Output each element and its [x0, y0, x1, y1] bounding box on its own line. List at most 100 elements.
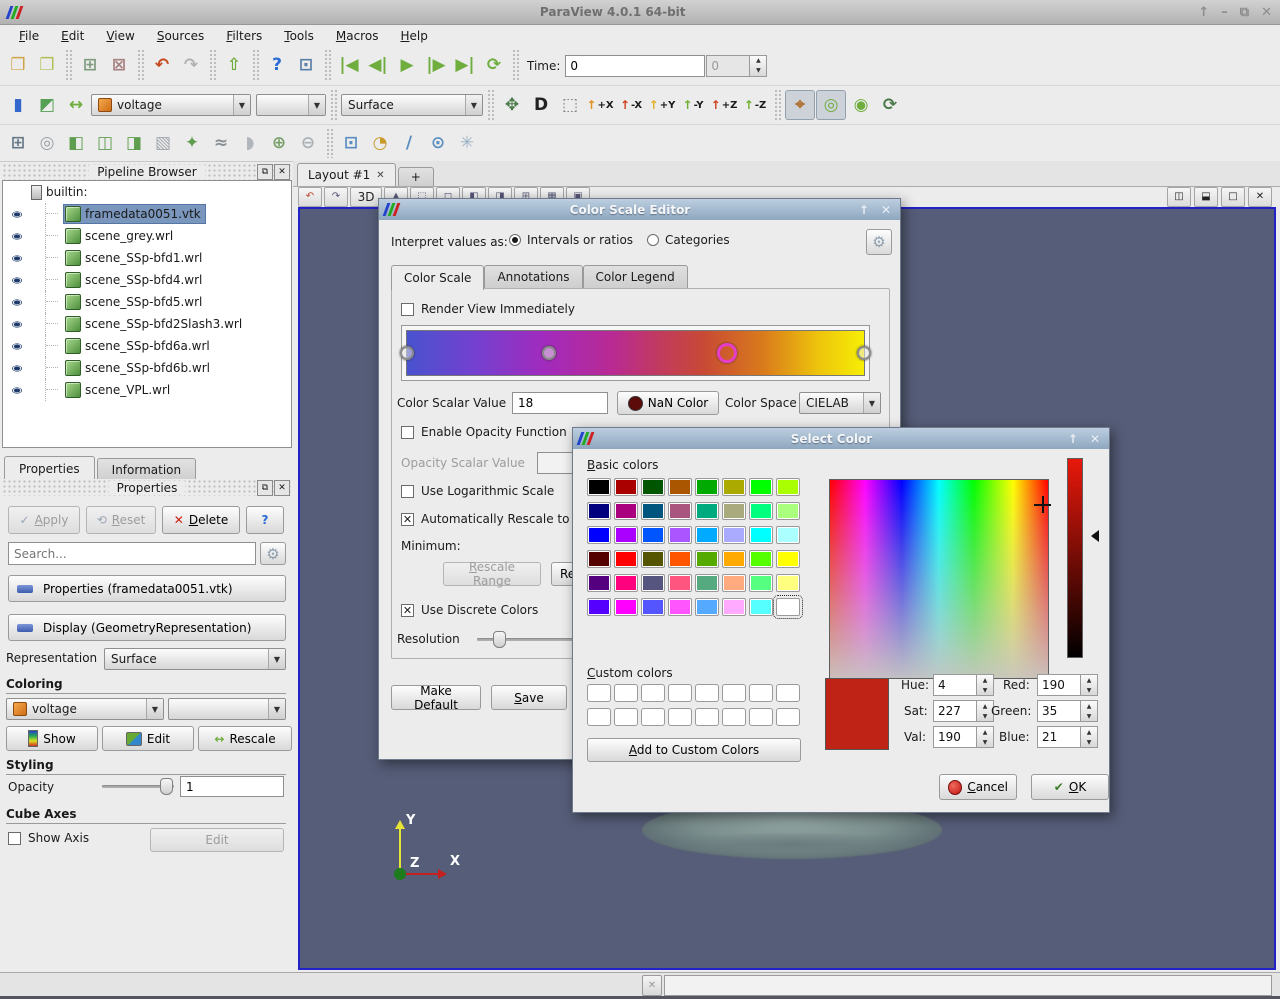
ok-button[interactable]: ✔ OK	[1031, 774, 1109, 800]
split-horizontal-icon[interactable]: ◫	[1167, 187, 1191, 207]
basic-color-swatch[interactable]	[668, 478, 692, 496]
menu-filters[interactable]: Filters	[217, 28, 271, 44]
basic-color-swatch[interactable]	[641, 502, 665, 520]
next-frame-icon[interactable]: |▶	[422, 52, 450, 80]
reset-button[interactable]: ⟲Reset	[86, 506, 156, 534]
basic-color-swatch[interactable]	[695, 550, 719, 568]
basic-color-swatch[interactable]	[614, 526, 638, 544]
extract-subset-icon[interactable]: ▧	[149, 129, 177, 157]
select-icon[interactable]: ⊡	[292, 52, 320, 80]
close-panel-icon[interactable]: ✕	[274, 480, 290, 496]
custom-color-swatch[interactable]	[641, 684, 665, 702]
custom-color-swatch[interactable]	[695, 684, 719, 702]
search-input[interactable]	[8, 542, 256, 565]
basic-color-swatch[interactable]	[614, 478, 638, 496]
settings-gear-icon[interactable]: ⚙	[866, 229, 892, 255]
camera-minusx-button[interactable]: ↑-X	[616, 92, 646, 118]
opacity-input[interactable]	[180, 776, 284, 797]
pipeline-item[interactable]: ◉scene_SSp-bfd6b.wrl	[3, 357, 291, 379]
basic-color-swatch[interactable]	[776, 598, 800, 616]
basic-color-swatch[interactable]	[695, 502, 719, 520]
select-color-titlebar[interactable]: Select Color ↑ ✕	[573, 428, 1109, 449]
view-toolbar-button-0[interactable]: ↶	[298, 187, 322, 207]
component-combobox[interactable]: ▼	[256, 94, 326, 116]
camera-plusz-button[interactable]: ↑+Z	[709, 92, 739, 118]
gradient-control-point[interactable]	[400, 346, 414, 360]
basic-color-swatch[interactable]	[587, 502, 611, 520]
custom-color-swatch[interactable]	[587, 684, 611, 702]
sat-spinbox[interactable]: 227▲▼	[933, 700, 994, 722]
categories-radio[interactable]: Categories	[647, 233, 730, 247]
visibility-eye-icon[interactable]: ◉	[7, 231, 27, 240]
menu-view[interactable]: View	[97, 28, 143, 44]
save-button[interactable]: Save	[491, 685, 567, 710]
visibility-eye-icon[interactable]: ◉	[7, 275, 27, 284]
basic-color-swatch[interactable]	[668, 502, 692, 520]
tab-color-legend[interactable]: Color Legend	[583, 265, 688, 288]
stream-tracer-icon[interactable]: ≈	[207, 129, 235, 157]
redo-icon[interactable]: ↷	[177, 52, 205, 80]
basic-color-swatch[interactable]	[668, 526, 692, 544]
basic-color-swatch[interactable]	[641, 574, 665, 592]
color-space-combobox[interactable]: CIELAB▼	[799, 392, 881, 414]
extract-level-icon[interactable]: ⊖	[294, 129, 322, 157]
loop-icon[interactable]: ⟳	[480, 52, 508, 80]
help-button[interactable]: ?	[246, 506, 284, 534]
basic-color-swatch[interactable]	[722, 526, 746, 544]
visibility-eye-icon[interactable]: ◉	[7, 319, 27, 328]
edit-axes-button[interactable]: Edit	[150, 828, 284, 852]
view-toolbar-button-1[interactable]: ↷	[324, 187, 348, 207]
basic-color-swatch[interactable]	[749, 502, 773, 520]
pipeline-item[interactable]: ◉scene_SSp-bfd5.wrl	[3, 291, 291, 313]
time-input[interactable]	[565, 55, 705, 77]
float-panel-icon[interactable]: ⧉	[257, 480, 273, 496]
cancel-button[interactable]: Cancel	[939, 774, 1017, 800]
hue-spinbox[interactable]: 4▲▼	[933, 674, 994, 696]
load-state-icon[interactable]: ⇧	[220, 52, 248, 80]
reset-center-icon[interactable]: ⟳	[876, 91, 904, 119]
pipeline-item[interactable]: ◉scene_SSp-bfd6a.wrl	[3, 335, 291, 357]
basic-color-swatch[interactable]	[587, 598, 611, 616]
threshold-icon[interactable]: ◨	[120, 129, 148, 157]
warp-vector-icon[interactable]: ◗	[236, 129, 264, 157]
basic-color-swatch[interactable]	[641, 526, 665, 544]
component-combobox[interactable]: ▼	[168, 698, 286, 720]
render-immediately-checkbox[interactable]: Render View Immediately	[401, 302, 575, 316]
zoom-to-box-icon[interactable]: ⬚	[556, 91, 584, 119]
contour-icon[interactable]: ◎	[33, 129, 61, 157]
custom-color-swatch[interactable]	[695, 708, 719, 726]
color-array-combobox[interactable]: voltage▼	[6, 698, 164, 720]
val-spinbox[interactable]: 190▲▼	[933, 726, 994, 748]
show-color-legend-button[interactable]: Show	[6, 726, 98, 751]
basic-color-swatch[interactable]	[695, 574, 719, 592]
show-orientation-axes-icon[interactable]: ⌖	[785, 90, 815, 120]
edit-color-map-icon[interactable]: ◩	[33, 91, 61, 119]
basic-color-swatch[interactable]	[641, 478, 665, 496]
basic-color-swatch[interactable]	[722, 574, 746, 592]
minimize-window-icon[interactable]: –	[1221, 5, 1228, 20]
close-panel-icon[interactable]: ✕	[274, 164, 290, 180]
menu-file[interactable]: File	[10, 28, 48, 44]
shade-window-icon[interactable]: ↑	[1198, 5, 1209, 20]
basic-color-swatch[interactable]	[776, 574, 800, 592]
close-window-icon[interactable]: ✕	[1261, 5, 1272, 20]
basic-color-swatch[interactable]	[668, 598, 692, 616]
layout-tab[interactable]: Layout #1 ✕	[297, 163, 396, 186]
scalar-array-combobox[interactable]: voltage▼	[91, 94, 251, 116]
tab-information[interactable]: Information	[97, 458, 196, 480]
menu-help[interactable]: Help	[391, 28, 436, 44]
new-layout-tab[interactable]: +	[398, 167, 434, 186]
close-layout-icon[interactable]: ✕	[376, 170, 384, 181]
basic-color-swatch[interactable]	[749, 526, 773, 544]
properties-header[interactable]: Properties ⧉ ✕	[2, 479, 292, 496]
basic-color-swatch[interactable]	[614, 502, 638, 520]
scalar-value-input[interactable]	[512, 392, 608, 414]
menu-sources[interactable]: Sources	[148, 28, 213, 44]
basic-color-swatch[interactable]	[668, 550, 692, 568]
opacity-slider[interactable]	[102, 778, 174, 794]
play-icon[interactable]: ▶	[393, 52, 421, 80]
camera-plusy-button[interactable]: ↑+Y	[647, 92, 677, 118]
custom-color-swatch[interactable]	[722, 684, 746, 702]
zoom-to-data-icon[interactable]: D	[527, 91, 555, 119]
pick-center-icon[interactable]: ◉	[847, 91, 875, 119]
